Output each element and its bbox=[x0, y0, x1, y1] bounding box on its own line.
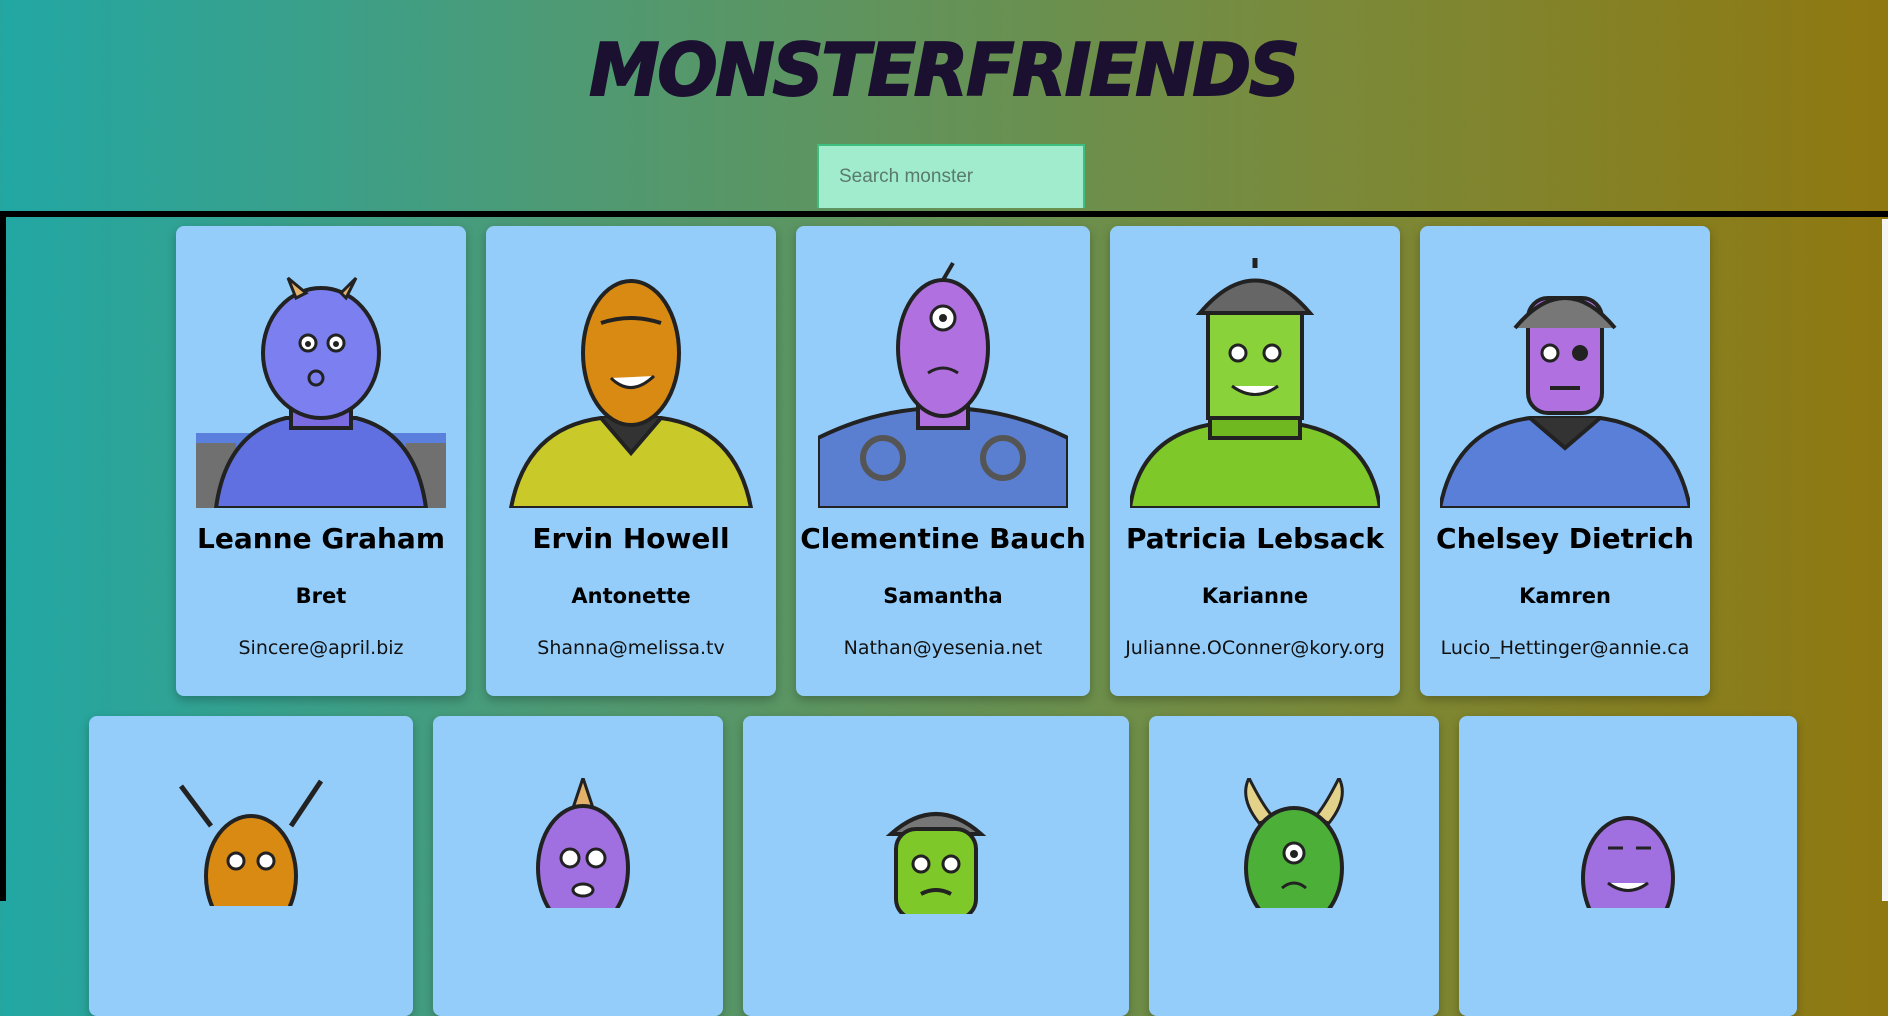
monster-card[interactable] bbox=[89, 716, 413, 1016]
monster-email: Sincere@april.biz bbox=[238, 637, 404, 659]
purple-cyclops-monster-icon bbox=[796, 258, 1090, 508]
monster-email: Shanna@melissa.tv bbox=[537, 637, 725, 659]
monster-email: Nathan@yesenia.net bbox=[843, 637, 1043, 659]
monster-card[interactable]: Chelsey Dietrich Kamren Lucio_Hettinger@… bbox=[1420, 226, 1710, 696]
green-horned-monster-icon bbox=[1149, 778, 1439, 1016]
monster-name: Patricia Lebsack bbox=[1126, 522, 1384, 555]
monster-email: Julianne.OConner@kory.org bbox=[1125, 637, 1385, 659]
orange-antenna-monster-icon bbox=[89, 766, 413, 1016]
monster-username: Kamren bbox=[1519, 584, 1611, 608]
purple-robot-monster-icon bbox=[1420, 258, 1710, 508]
monster-username: Karianne bbox=[1201, 584, 1309, 608]
purple-grin-monster-icon bbox=[1459, 788, 1797, 1016]
monster-card[interactable] bbox=[1459, 716, 1797, 1016]
monster-card[interactable] bbox=[1149, 716, 1439, 1016]
app-title: MONSTERFRIENDS bbox=[589, 27, 1302, 113]
monster-card[interactable]: Ervin Howell Antonette Shanna@melissa.tv bbox=[486, 226, 776, 696]
orange-spiky-monster-icon bbox=[486, 258, 776, 508]
monster-name: Chelsey Dietrich bbox=[1436, 522, 1694, 555]
blue-horned-monster-icon bbox=[176, 258, 466, 508]
scrollbar[interactable] bbox=[1882, 219, 1888, 901]
monster-username: Samantha bbox=[883, 584, 1003, 608]
monster-username: Antonette bbox=[571, 584, 691, 608]
green-robot-monster-icon bbox=[743, 794, 1129, 1016]
monster-card[interactable]: Leanne Graham Bret Sincere@april.biz bbox=[176, 226, 466, 696]
monster-card[interactable]: Clementine Bauch Samantha Nathan@yesenia… bbox=[796, 226, 1090, 696]
monster-card[interactable] bbox=[743, 716, 1129, 1016]
monster-name: Ervin Howell bbox=[532, 522, 730, 555]
monster-card[interactable]: Patricia Lebsack Karianne Julianne.OConn… bbox=[1110, 226, 1400, 696]
monster-email: Lucio_Hettinger@annie.ca bbox=[1440, 637, 1690, 659]
monster-username: Bret bbox=[295, 584, 347, 608]
monster-name: Clementine Bauch bbox=[800, 522, 1086, 555]
monster-name: Leanne Graham bbox=[196, 522, 446, 555]
monster-card[interactable] bbox=[433, 716, 723, 1016]
purple-horn-monster-icon bbox=[433, 778, 723, 1016]
search-input[interactable] bbox=[817, 144, 1085, 208]
green-helmet-monster-icon bbox=[1110, 258, 1400, 508]
